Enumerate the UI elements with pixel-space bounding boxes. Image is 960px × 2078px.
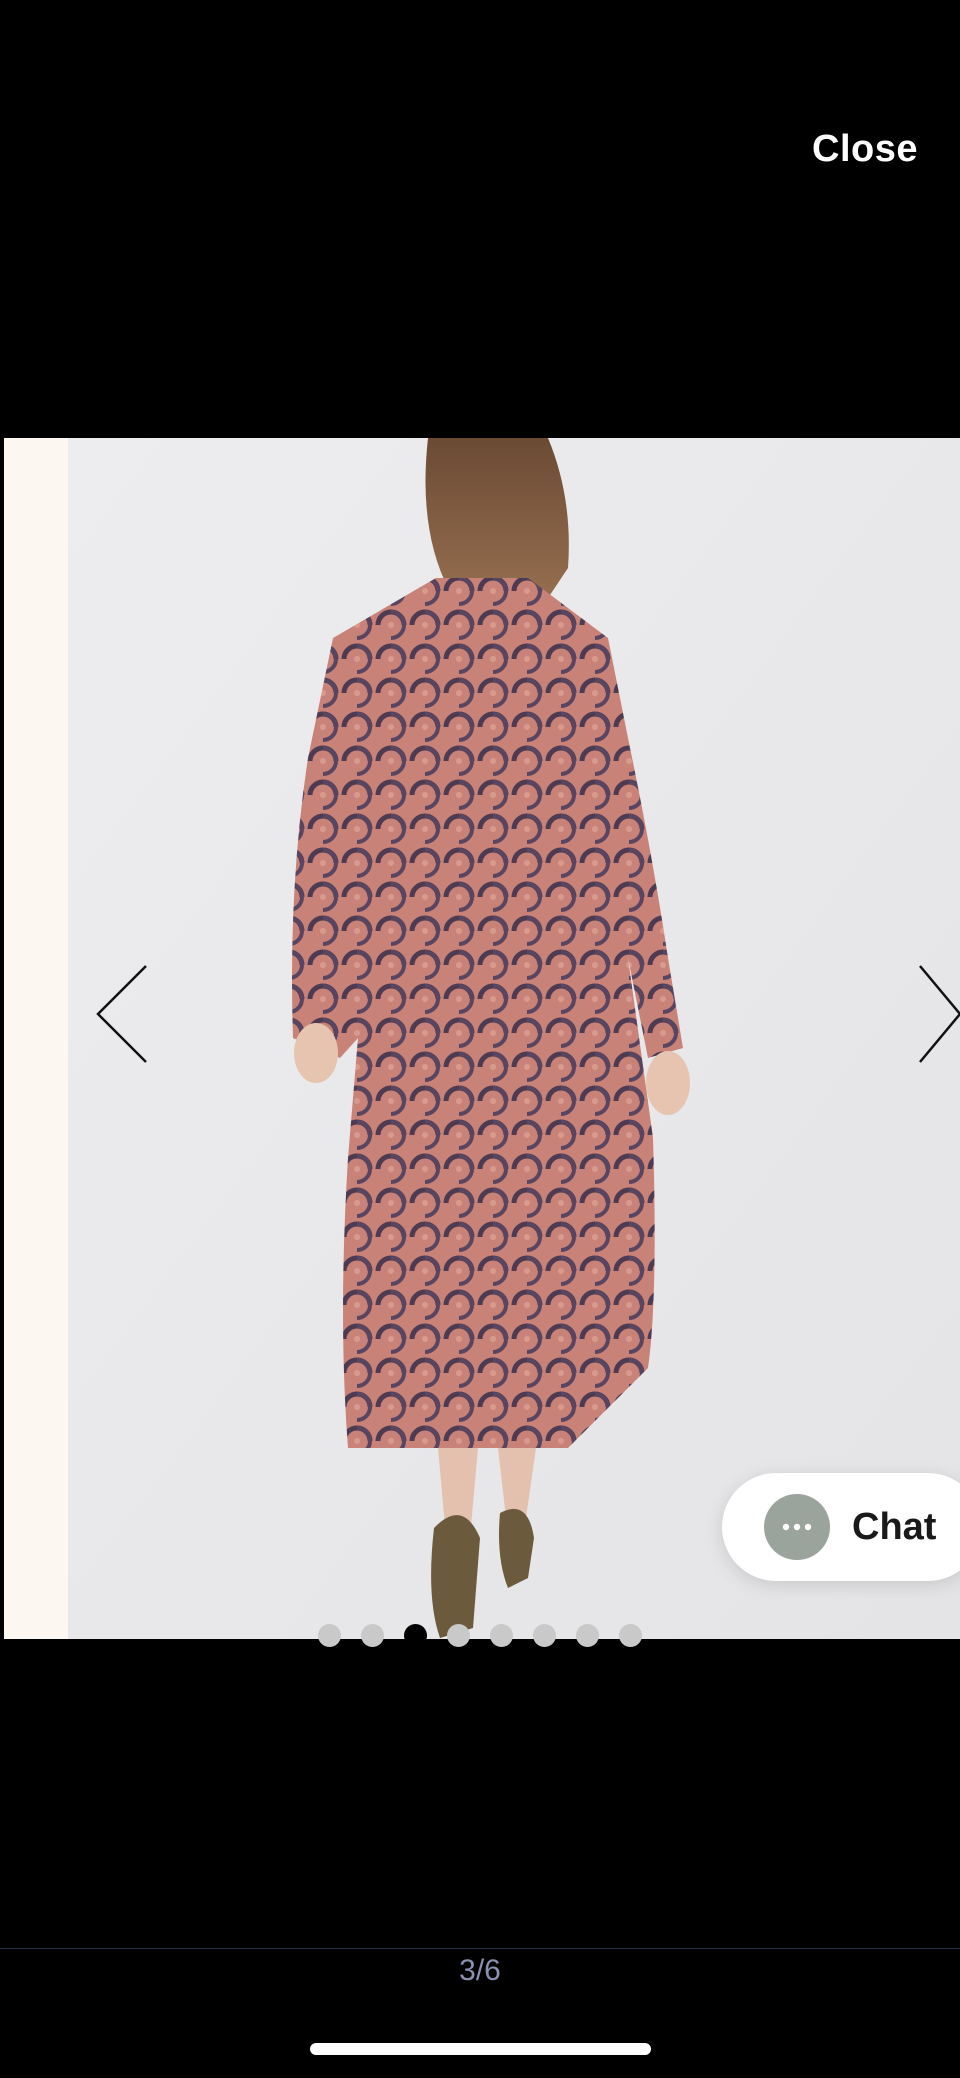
pagination-dot[interactable] xyxy=(533,1624,556,1647)
previous-image-button[interactable] xyxy=(80,964,180,1064)
product-photo xyxy=(68,438,960,1639)
chat-bubble-icon xyxy=(764,1494,830,1560)
pagination-dot[interactable] xyxy=(404,1624,427,1647)
previous-slide-edge xyxy=(4,438,68,1639)
chat-label: Chat xyxy=(852,1505,937,1548)
pagination-dot[interactable] xyxy=(361,1624,384,1647)
pagination-dot[interactable] xyxy=(318,1624,341,1647)
next-image-button[interactable] xyxy=(900,964,960,1064)
pagination-dot[interactable] xyxy=(447,1624,470,1647)
image-counter: 3/6 xyxy=(459,1954,501,1987)
pagination-dot[interactable] xyxy=(576,1624,599,1647)
image-pagination-dots xyxy=(0,1624,960,1647)
chat-button[interactable]: Chat xyxy=(722,1473,960,1581)
close-button[interactable]: Close xyxy=(812,128,918,171)
pagination-dot[interactable] xyxy=(490,1624,513,1647)
chevron-left-icon xyxy=(96,965,147,1063)
image-viewer: Close Chat 3/6 xyxy=(0,0,960,2078)
pagination-dot[interactable] xyxy=(619,1624,642,1647)
home-indicator[interactable] xyxy=(310,2043,651,2055)
bottom-divider xyxy=(0,1948,960,1949)
chevron-right-icon xyxy=(919,965,960,1063)
